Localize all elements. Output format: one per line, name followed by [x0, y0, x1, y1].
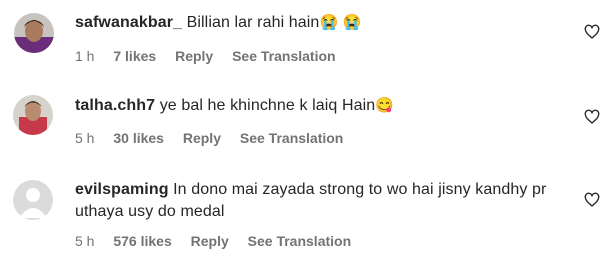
heart-outline-icon[interactable]	[584, 109, 600, 125]
see-translation-link[interactable]: See Translation	[248, 233, 351, 249]
user-photo-icon	[13, 95, 53, 135]
comment-likes[interactable]: 30 likes	[113, 130, 164, 146]
heart-outline-icon[interactable]	[584, 192, 600, 208]
comment-time[interactable]: 5 h	[75, 233, 94, 249]
comment-username[interactable]: talha.chh7	[75, 97, 155, 114]
reply-button[interactable]: Reply	[175, 48, 213, 64]
comment-username[interactable]: evilspaming	[75, 181, 169, 198]
comment-likes[interactable]: 7 likes	[113, 48, 156, 64]
default-avatar-icon	[13, 180, 53, 220]
heart-outline-icon[interactable]	[584, 24, 600, 40]
comment-emoji: 😭 😭	[319, 14, 362, 31]
comment-time[interactable]: 5 h	[75, 130, 94, 146]
comment-username[interactable]: safwanakbar_	[75, 14, 182, 31]
comment-item: evilspaming In dono mai zayada strong to…	[0, 170, 611, 256]
user-photo-icon	[14, 13, 54, 53]
see-translation-link[interactable]: See Translation	[240, 130, 343, 146]
comment-body: evilspaming In dono mai zayada strong to…	[75, 179, 565, 223]
avatar[interactable]	[13, 95, 53, 135]
avatar[interactable]	[14, 13, 54, 53]
comment-body: talha.chh7 ye bal he khinchne k laiq Hai…	[75, 95, 575, 117]
comment-time[interactable]: 1 h	[75, 48, 94, 64]
comment-meta: 1 h 7 likes Reply See Translation	[75, 48, 351, 64]
comment-emoji: 😋	[375, 97, 395, 114]
comment-meta: 5 h 576 likes Reply See Translation	[75, 233, 366, 249]
comment-item: talha.chh7 ye bal he khinchne k laiq Hai…	[0, 85, 611, 165]
comment-item: safwanakbar_ Billian lar rahi hain😭 😭 1 …	[0, 0, 611, 80]
comment-meta: 5 h 30 likes Reply See Translation	[75, 130, 358, 146]
comment-likes[interactable]: 576 likes	[113, 233, 171, 249]
avatar[interactable]	[13, 180, 53, 220]
reply-button[interactable]: Reply	[191, 233, 229, 249]
see-translation-link[interactable]: See Translation	[232, 48, 335, 64]
comment-body: safwanakbar_ Billian lar rahi hain😭 😭	[75, 12, 575, 34]
comment-text: Billian lar rahi hain	[186, 14, 320, 31]
reply-button[interactable]: Reply	[183, 130, 221, 146]
comment-text: ye bal he khinchne k laiq Hain	[159, 97, 376, 114]
